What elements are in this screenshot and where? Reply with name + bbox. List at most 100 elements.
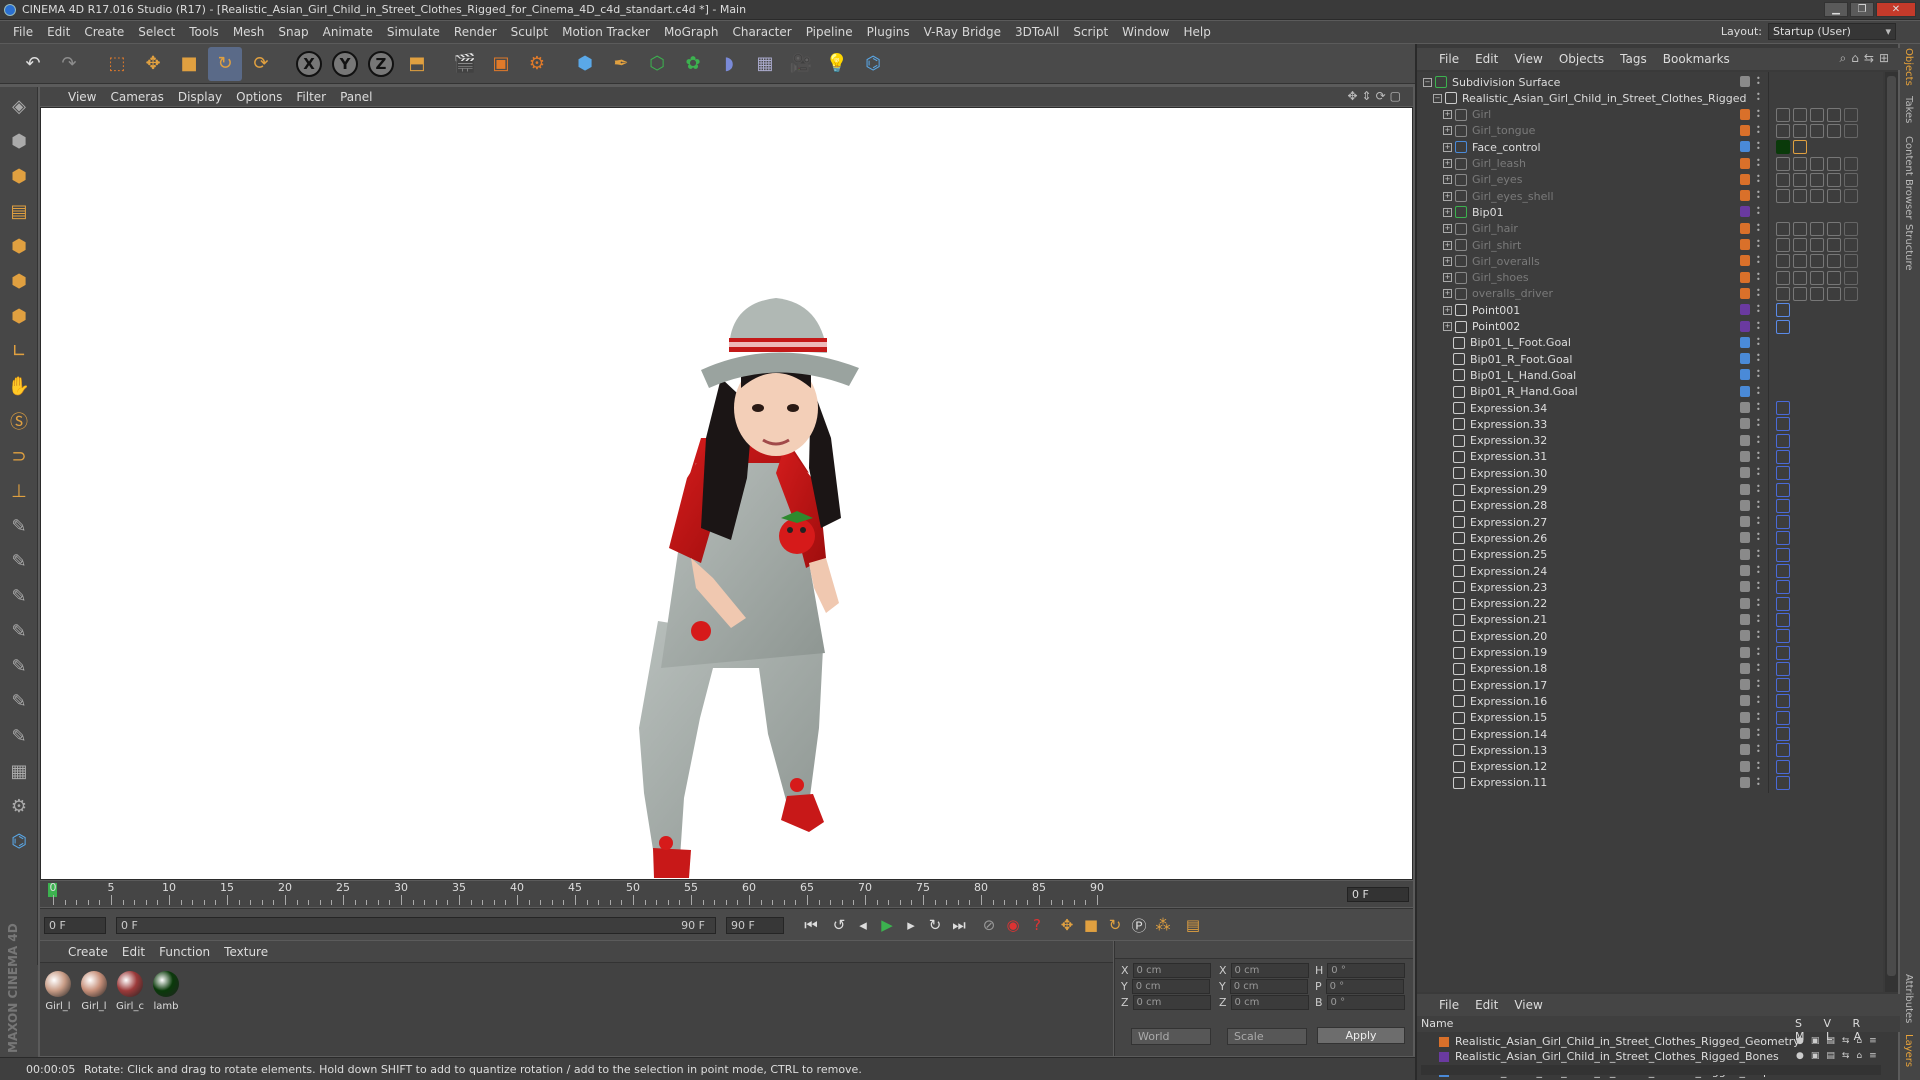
layer-color-icon[interactable] bbox=[1740, 776, 1750, 788]
visibility-dots-icon[interactable]: • • bbox=[1756, 270, 1761, 283]
tag-icon[interactable] bbox=[1776, 319, 1790, 334]
layer-color-icon[interactable] bbox=[1740, 304, 1750, 316]
viewport-menu-panel[interactable]: Panel bbox=[340, 90, 372, 104]
menu-sculpt[interactable]: Sculpt bbox=[504, 25, 555, 39]
side-tab-layers[interactable]: Layers bbox=[1903, 1034, 1914, 1067]
tag-icon[interactable] bbox=[1844, 286, 1858, 301]
tag-icon[interactable] bbox=[1793, 238, 1807, 252]
expand-toggle-icon[interactable]: + bbox=[1443, 126, 1452, 136]
tag-icon[interactable] bbox=[1793, 107, 1807, 122]
side-tab-structure[interactable]: Structure bbox=[1903, 224, 1914, 271]
viewport-menu-filter[interactable]: Filter bbox=[296, 90, 326, 104]
sculpt-brush-3-icon[interactable]: ✎ bbox=[2, 580, 36, 612]
visibility-dots-icon[interactable]: • • bbox=[1756, 254, 1761, 267]
make-editable-icon[interactable]: ◈ bbox=[2, 90, 36, 122]
tag-icon[interactable] bbox=[1793, 189, 1807, 204]
menu-3dtoall[interactable]: 3DToAll bbox=[1008, 25, 1066, 39]
menu-character[interactable]: Character bbox=[725, 25, 798, 39]
tag-icon[interactable] bbox=[1776, 564, 1790, 578]
layer-row[interactable]: Realistic_Asian_Girl_Child_in_Street_Clo… bbox=[1417, 1034, 1883, 1049]
tag-icon[interactable] bbox=[1793, 221, 1807, 236]
object-menu-view[interactable]: View bbox=[1514, 52, 1542, 66]
tag-icon[interactable] bbox=[1776, 498, 1790, 513]
tag-icon[interactable] bbox=[1776, 596, 1790, 611]
object-menu-bookmarks[interactable]: Bookmarks bbox=[1663, 52, 1730, 66]
previous-frame-icon[interactable]: ◂ bbox=[850, 913, 876, 937]
timeline-ruler[interactable]: 0 5 10 15 20 25 30 35 40 45 50 55 60 65 70 75 80 85 90 0 F bbox=[40, 881, 1413, 907]
menu-snap[interactable]: Snap bbox=[271, 25, 315, 39]
layer-color-icon[interactable] bbox=[1740, 581, 1750, 593]
end-frame-field[interactable]: 90 F bbox=[726, 917, 784, 934]
expand-toggle-icon[interactable]: + bbox=[1443, 305, 1452, 315]
sculpt-brush-7-icon[interactable]: ✎ bbox=[2, 720, 36, 752]
layer-color-icon[interactable] bbox=[1740, 369, 1750, 381]
layout-dropdown[interactable]: Startup (User) bbox=[1768, 23, 1896, 40]
expand-toggle-icon[interactable]: + bbox=[1443, 256, 1452, 266]
tag-icon[interactable] bbox=[1776, 238, 1790, 252]
layer-color-icon[interactable] bbox=[1740, 385, 1750, 397]
tag-icon[interactable] bbox=[1776, 743, 1790, 758]
tag-icon[interactable] bbox=[1776, 629, 1790, 644]
expand-toggle-icon[interactable]: + bbox=[1443, 273, 1452, 283]
layers-menu-edit[interactable]: Edit bbox=[1475, 998, 1498, 1012]
visibility-dots-icon[interactable]: • • bbox=[1756, 123, 1761, 136]
layer-color-icon[interactable] bbox=[1439, 1051, 1449, 1062]
tag-icon[interactable] bbox=[1827, 238, 1841, 252]
snap-grid-icon[interactable]: ▦ bbox=[2, 755, 36, 787]
tag-icon[interactable] bbox=[1793, 270, 1807, 285]
material-swatch[interactable]: lamb bbox=[151, 971, 181, 1012]
tag-icon[interactable] bbox=[1827, 156, 1841, 171]
key-parameter-icon[interactable]: Ⓟ bbox=[1126, 913, 1152, 937]
visibility-dots-icon[interactable]: • • bbox=[1756, 352, 1761, 365]
rotation-p-field[interactable]: 0 ° bbox=[1325, 979, 1404, 994]
expand-toggle-icon[interactable]: + bbox=[1443, 289, 1452, 299]
layer-color-icon[interactable] bbox=[1740, 206, 1750, 218]
solo-icon[interactable]: Ⓢ bbox=[2, 405, 36, 437]
snap-settings-icon[interactable]: ⚙ bbox=[2, 790, 36, 822]
close-icon[interactable]: ✕ bbox=[1876, 2, 1916, 17]
menu-pipeline[interactable]: Pipeline bbox=[799, 25, 860, 39]
camera-icon[interactable]: 🎥 bbox=[784, 47, 818, 81]
enable-axis-icon[interactable]: ⊥ bbox=[2, 475, 36, 507]
visibility-dots-icon[interactable]: • • bbox=[1756, 189, 1761, 202]
material-menu-create[interactable]: Create bbox=[68, 945, 108, 959]
tag-icon[interactable] bbox=[1793, 172, 1807, 187]
tag-icon[interactable] bbox=[1810, 156, 1824, 171]
side-tab-attributes[interactable]: Attributes bbox=[1903, 974, 1914, 1023]
tag-icon[interactable] bbox=[1776, 482, 1790, 497]
expand-toggle-icon[interactable]: + bbox=[1443, 110, 1452, 120]
python-script-icon[interactable]: ⌬ bbox=[2, 825, 36, 857]
tag-icon[interactable] bbox=[1827, 254, 1841, 269]
layer-color-icon[interactable] bbox=[1439, 1036, 1449, 1047]
deformer-icon[interactable]: ◗ bbox=[712, 47, 746, 81]
y-axis-lock-icon[interactable]: Y bbox=[328, 47, 362, 81]
visibility-dots-icon[interactable]: • • bbox=[1756, 368, 1761, 381]
viewport-nav-icons[interactable]: ✥⇕⟳▢ bbox=[1347, 89, 1405, 103]
tag-icon[interactable] bbox=[1810, 107, 1824, 122]
restore-icon[interactable]: ❐ bbox=[1850, 2, 1874, 17]
position-x-field[interactable]: 0 cm bbox=[1132, 963, 1211, 978]
tag-icon[interactable] bbox=[1776, 612, 1790, 627]
tag-icon[interactable] bbox=[1776, 759, 1790, 774]
layer-color-icon[interactable] bbox=[1740, 548, 1750, 560]
menu-render[interactable]: Render bbox=[447, 25, 504, 39]
tag-icon[interactable] bbox=[1776, 303, 1790, 318]
tag-icon[interactable] bbox=[1827, 286, 1841, 301]
visibility-dots-icon[interactable]: • • bbox=[1756, 547, 1761, 560]
menu-edit[interactable]: Edit bbox=[40, 25, 77, 39]
menu-create[interactable]: Create bbox=[77, 25, 131, 39]
layers-menu-view[interactable]: View bbox=[1514, 998, 1542, 1012]
light-icon[interactable]: 💡 bbox=[820, 47, 854, 81]
tag-icon[interactable] bbox=[1844, 189, 1858, 204]
layer-color-icon[interactable] bbox=[1740, 255, 1750, 267]
visibility-dots-icon[interactable]: • • bbox=[1756, 172, 1761, 185]
visibility-dots-icon[interactable]: • • bbox=[1756, 710, 1761, 723]
visibility-dots-icon[interactable]: • • bbox=[1756, 498, 1761, 511]
sculpt-brush-4-icon[interactable]: ✎ bbox=[2, 615, 36, 647]
object-menu-edit[interactable]: Edit bbox=[1475, 52, 1498, 66]
tag-icon[interactable] bbox=[1844, 238, 1858, 252]
play-icon[interactable]: ▶ bbox=[874, 913, 900, 937]
visibility-dots-icon[interactable]: • • bbox=[1756, 221, 1761, 234]
visibility-dots-icon[interactable]: • • bbox=[1756, 629, 1761, 642]
layer-color-icon[interactable] bbox=[1740, 124, 1750, 136]
